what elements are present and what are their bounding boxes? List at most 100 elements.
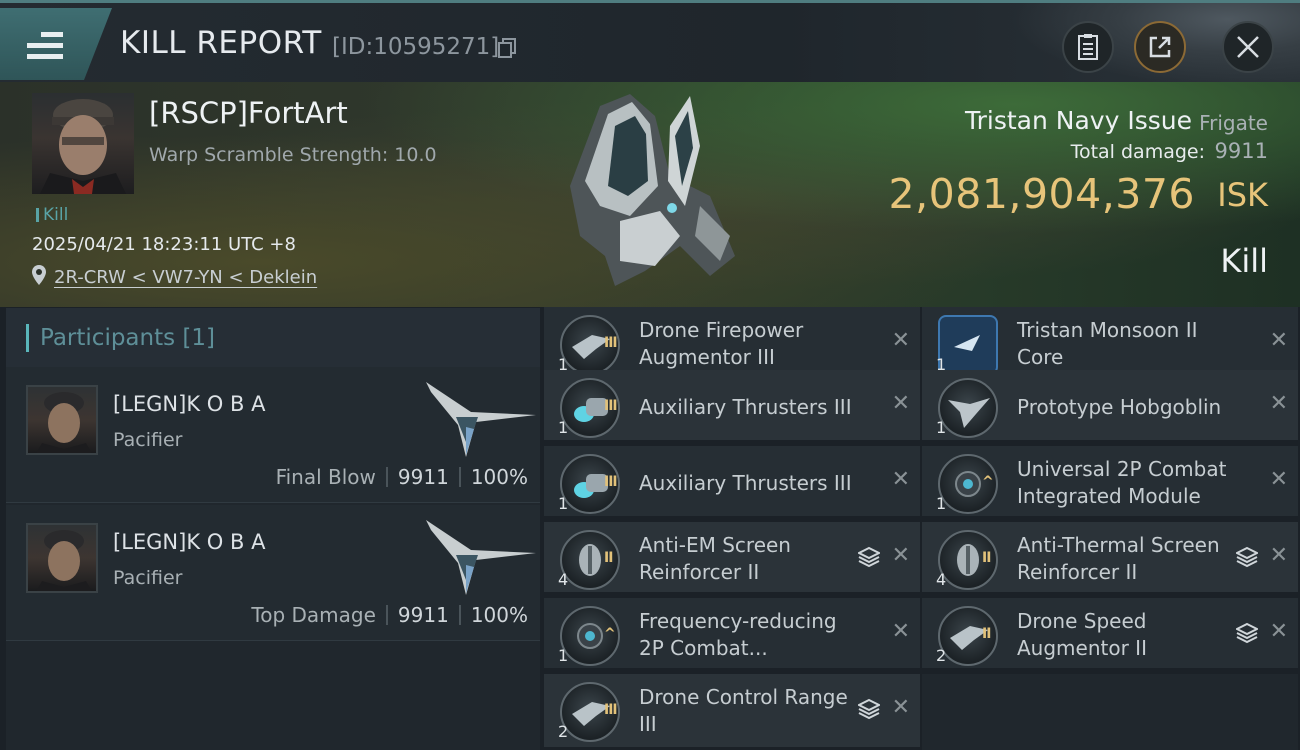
location-link[interactable]: 2R-CRW < VW7-YN < Deklein [54, 267, 317, 288]
location-pin-icon [32, 265, 46, 285]
participants-label: Participants [40, 325, 176, 351]
isk-value: 2,081,904,376 [888, 170, 1195, 218]
kill-tag: Kill [36, 205, 68, 225]
item-name: Anti-Thermal Screen Reinforcer II [1017, 533, 1220, 584]
item-name: Tristan Monsoon II Core [1017, 318, 1198, 369]
victim-pilot-name[interactable]: [RSCP]FortArt [149, 96, 348, 130]
fitted-item[interactable]: II 2 Drone Speed Augmentor II ✕ [922, 598, 1298, 671]
destroyed-x-icon: ✕ [1269, 467, 1288, 492]
tier-badge: III [604, 335, 618, 351]
layers-icon[interactable] [858, 546, 880, 568]
destroyed-x-icon: ✕ [891, 695, 910, 720]
item-quantity: 1 [936, 418, 947, 437]
participant-damage: 9911 [397, 465, 449, 489]
tier-badge: II [982, 550, 991, 566]
total-damage-label: Total damage: [1070, 141, 1205, 163]
destroyed-x-icon: ✕ [1269, 328, 1288, 353]
participants-panel: Participants [1] [LEGN]K O B A Pacifier … [6, 308, 540, 750]
share-button[interactable] [1134, 21, 1186, 73]
destroyed-x-icon: ✕ [1269, 543, 1288, 568]
warp-scramble-strength: Warp Scramble Strength: 10.0 [149, 144, 437, 166]
layers-icon[interactable] [1236, 622, 1258, 644]
item-name: Anti-EM Screen Reinforcer II [639, 533, 791, 584]
participant-name[interactable]: [LEGN]K O B A [113, 530, 265, 554]
hamburger-icon [27, 32, 63, 60]
victim-avatar[interactable] [32, 93, 134, 194]
fitted-item[interactable]: 1 Prototype Hobgoblin ✕ [922, 370, 1298, 443]
participant-name[interactable]: [LEGN]K O B A [113, 392, 265, 416]
tier-badge: III [604, 474, 618, 490]
participant-role: Final Blow [275, 465, 376, 489]
tier-badge: II [604, 550, 613, 566]
item-quantity: 2 [936, 646, 947, 665]
destroyed-x-icon: ✕ [891, 619, 910, 644]
participant-role: Top Damage [251, 603, 376, 627]
participant-avatar[interactable] [26, 523, 98, 593]
item-name: Drone Control Range III [639, 685, 848, 736]
close-button[interactable] [1222, 21, 1274, 73]
item-name: Drone Speed Augmentor II [1017, 609, 1147, 660]
hobgoblin-drone-icon [938, 378, 998, 438]
item-name: Frequency-reducing 2P Combat... [639, 609, 837, 660]
item-quantity: 1 [558, 494, 569, 513]
clipboard-icon [1078, 34, 1098, 60]
victim-ship-name[interactable]: Tristan Navy Issue [965, 106, 1192, 135]
participants-header: Participants [1] [6, 308, 540, 367]
layers-icon[interactable] [1236, 546, 1258, 568]
fitted-item[interactable]: ^ 1 Universal 2P Combat Integrated Module… [922, 446, 1298, 519]
victim-ship-class: Frigate [1199, 111, 1268, 135]
tier-badge: ^ [982, 474, 994, 490]
kill-timestamp: 2025/04/21 18:23:11 UTC +8 [32, 234, 296, 255]
destroyed-x-icon: ✕ [891, 328, 910, 353]
victim-banner: [RSCP]FortArt Warp Scramble Strength: 10… [0, 82, 1300, 307]
layers-icon[interactable] [858, 698, 880, 720]
fitted-item[interactable]: II 4 Anti-Thermal Screen Reinforcer II ✕ [922, 522, 1298, 595]
item-name: Universal 2P Combat Integrated Module [1017, 457, 1227, 508]
participants-count: [1] [182, 325, 216, 351]
share-icon [1149, 36, 1171, 58]
item-quantity: 2 [558, 722, 569, 741]
tier-badge: II [982, 626, 991, 642]
item-quantity: 1 [936, 494, 947, 513]
item-quantity: 4 [936, 570, 947, 589]
participant-ship-image [426, 382, 536, 457]
destroyed-x-icon: ✕ [1269, 391, 1288, 416]
participant-ship: Pacifier [113, 429, 183, 451]
item-quantity: 1 [558, 646, 569, 665]
isk-unit: ISK [1217, 176, 1268, 214]
fitted-item[interactable]: III 1 Auxiliary Thrusters III ✕ [544, 370, 920, 443]
header-bar: KILL REPORT [ID:10595271] [0, 0, 1300, 85]
menu-button[interactable] [0, 8, 112, 80]
copy-icon[interactable] [498, 38, 516, 58]
rig-core-icon [938, 315, 998, 375]
destroyed-x-icon: ✕ [1269, 619, 1288, 644]
fitted-item[interactable]: II 4 Anti-EM Screen Reinforcer II ✕ [544, 522, 920, 595]
fitted-item[interactable]: ^ 1 Frequency-reducing 2P Combat... ✕ [544, 598, 920, 671]
item-quantity: 4 [558, 570, 569, 589]
participant-ship-image [426, 520, 536, 595]
clipboard-button[interactable] [1062, 21, 1114, 73]
participant-card[interactable]: [LEGN]K O B A Pacifier Final Blow 9911 1… [6, 367, 540, 503]
close-icon [1237, 36, 1259, 58]
item-name: Auxiliary Thrusters III [639, 471, 852, 495]
kill-result: Kill [1220, 242, 1268, 280]
participant-stats: Top Damage 9911 100% [251, 603, 528, 627]
fitted-item[interactable]: III 1 Auxiliary Thrusters III ✕ [544, 446, 920, 519]
destroyed-x-icon: ✕ [891, 467, 910, 492]
tier-badge: III [604, 702, 618, 718]
item-name: Prototype Hobgoblin [1017, 395, 1222, 419]
participant-avatar[interactable] [26, 385, 98, 455]
empty-item-slot [922, 674, 1298, 750]
fitted-item[interactable]: III 2 Drone Control Range III ✕ [544, 674, 920, 750]
participant-percent: 100% [470, 603, 528, 627]
tier-badge: ^ [604, 626, 616, 642]
victim-ship-image [570, 94, 735, 286]
item-quantity: 1 [558, 418, 569, 437]
destroyed-x-icon: ✕ [891, 543, 910, 568]
participant-card[interactable]: [LEGN]K O B A Pacifier Top Damage 9911 1… [6, 505, 540, 641]
tier-badge: III [604, 398, 618, 414]
participant-ship: Pacifier [113, 567, 183, 589]
participant-damage: 9911 [397, 603, 449, 627]
total-damage-value: 9911 [1214, 139, 1268, 163]
item-name: Drone Firepower Augmentor III [639, 318, 804, 369]
